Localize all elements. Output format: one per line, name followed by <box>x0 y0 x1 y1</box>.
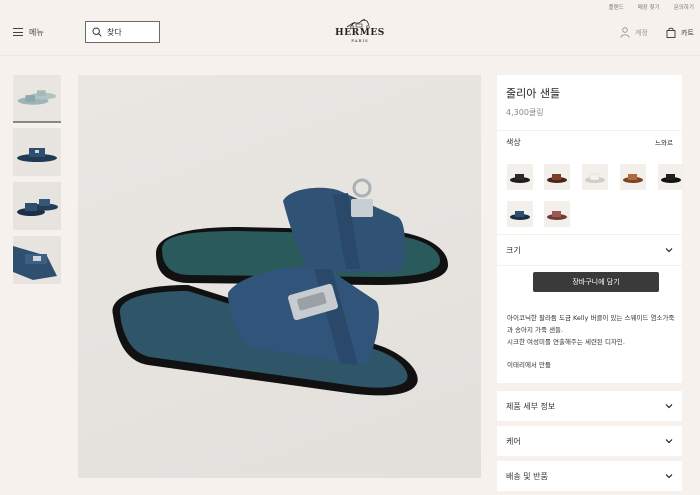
account-button[interactable]: 계정 <box>620 27 648 38</box>
sandal-thumbnail-image <box>13 236 61 284</box>
color-swatch-white[interactable] <box>582 164 608 190</box>
sandal-thumbnail-image <box>14 75 60 121</box>
description-line: 과 송아지 가죽 샌들. <box>507 326 564 334</box>
cart-label: 카트 <box>681 28 694 37</box>
chevron-down-icon <box>665 248 673 253</box>
chevron-down-icon <box>665 474 673 479</box>
product-title: 줄리아 샌들 <box>506 87 561 100</box>
search-icon <box>92 27 102 37</box>
color-swatch-brown[interactable] <box>544 164 570 190</box>
color-swatch-black[interactable] <box>507 164 533 190</box>
chevron-down-icon <box>665 404 673 409</box>
color-swatch-navy[interactable] <box>507 201 533 227</box>
color-panel: 색상 느와르 <box>497 131 684 234</box>
brand-name: HERMES <box>335 28 385 38</box>
account-label: 계정 <box>635 28 648 37</box>
search-input[interactable]: 찾다 <box>85 21 160 43</box>
thumbnail-4[interactable] <box>13 236 61 284</box>
color-swatch-rose[interactable] <box>544 201 570 227</box>
accordion-care[interactable]: 케어 <box>497 426 682 456</box>
thumbnail-3[interactable] <box>13 182 61 230</box>
top-link-brand[interactable]: 플랜드 <box>609 3 624 11</box>
top-link-contact[interactable]: 문의하기 <box>674 3 694 11</box>
hamburger-menu-icon[interactable] <box>13 28 23 36</box>
product-origin: 이태리에서 만듦 <box>507 361 551 369</box>
product-description: 아이코닉한 팔라듐 도금 Kelly 버클이 있는 스웨이드 염소가죽 과 송아… <box>507 312 682 348</box>
color-selected-name: 느와르 <box>655 139 673 147</box>
user-icon <box>620 27 630 38</box>
size-selector[interactable]: 크기 <box>497 235 682 265</box>
cart-button[interactable]: 카트 <box>666 27 694 38</box>
brand-city: PARIS <box>351 38 369 43</box>
sandal-swatch-image <box>623 174 643 183</box>
accordion-shipping-returns[interactable]: 배송 및 반품 <box>497 461 682 491</box>
description-line: 아이코닉한 팔라듐 도금 Kelly 버클이 있는 스웨이드 염소가죽 <box>507 314 675 322</box>
sandal-thumbnail-image <box>13 128 61 176</box>
sandal-thumbnail-image <box>13 182 61 230</box>
thumbnail-1[interactable] <box>13 75 61 123</box>
thumbnail-2[interactable] <box>13 128 61 176</box>
chevron-down-icon <box>665 439 673 444</box>
color-swatch-tan[interactable] <box>620 164 646 190</box>
sandal-swatch-image <box>510 174 530 183</box>
brand-logo[interactable]: HERMES PARIS <box>330 17 390 43</box>
purchase-panel: 장바구니에 담기 아이코닉한 팔라듐 도금 Kelly 버클이 있는 스웨이드 … <box>497 266 682 383</box>
sandal-swatch-image <box>547 211 567 220</box>
top-link-store[interactable]: 매장 찾기 <box>638 3 660 11</box>
product-price: 4,300쿨링 <box>506 108 544 117</box>
color-swatch-black-2[interactable] <box>658 164 684 190</box>
menu-label[interactable]: 메뉴 <box>29 27 44 38</box>
accordion-label: 제품 세부 정보 <box>506 401 556 411</box>
accordion-product-details[interactable]: 제품 세부 정보 <box>497 391 682 421</box>
product-main-image[interactable] <box>78 75 481 478</box>
sandal-swatch-image <box>510 211 530 220</box>
sandal-swatch-image <box>661 174 681 183</box>
add-to-cart-button[interactable]: 장바구니에 담기 <box>533 272 659 292</box>
color-label: 색상 <box>506 138 521 147</box>
header-divider <box>0 55 700 56</box>
description-line: 시크한 여성미를 연출해주는 세련된 디자인. <box>507 338 625 346</box>
search-placeholder: 찾다 <box>107 27 122 37</box>
accordion-label: 배송 및 반품 <box>506 471 548 481</box>
product-info-panel: 줄리아 샌들 4,300쿨링 <box>497 75 682 130</box>
bag-icon <box>666 27 676 38</box>
sandal-swatch-image <box>585 173 605 183</box>
sandal-swatch-image <box>547 174 567 183</box>
size-label: 크기 <box>506 245 521 255</box>
top-links: 플랜드 매장 찾기 문의하기 <box>609 3 694 11</box>
accordion-label: 케어 <box>506 436 521 446</box>
sandal-pair-image <box>112 178 448 396</box>
